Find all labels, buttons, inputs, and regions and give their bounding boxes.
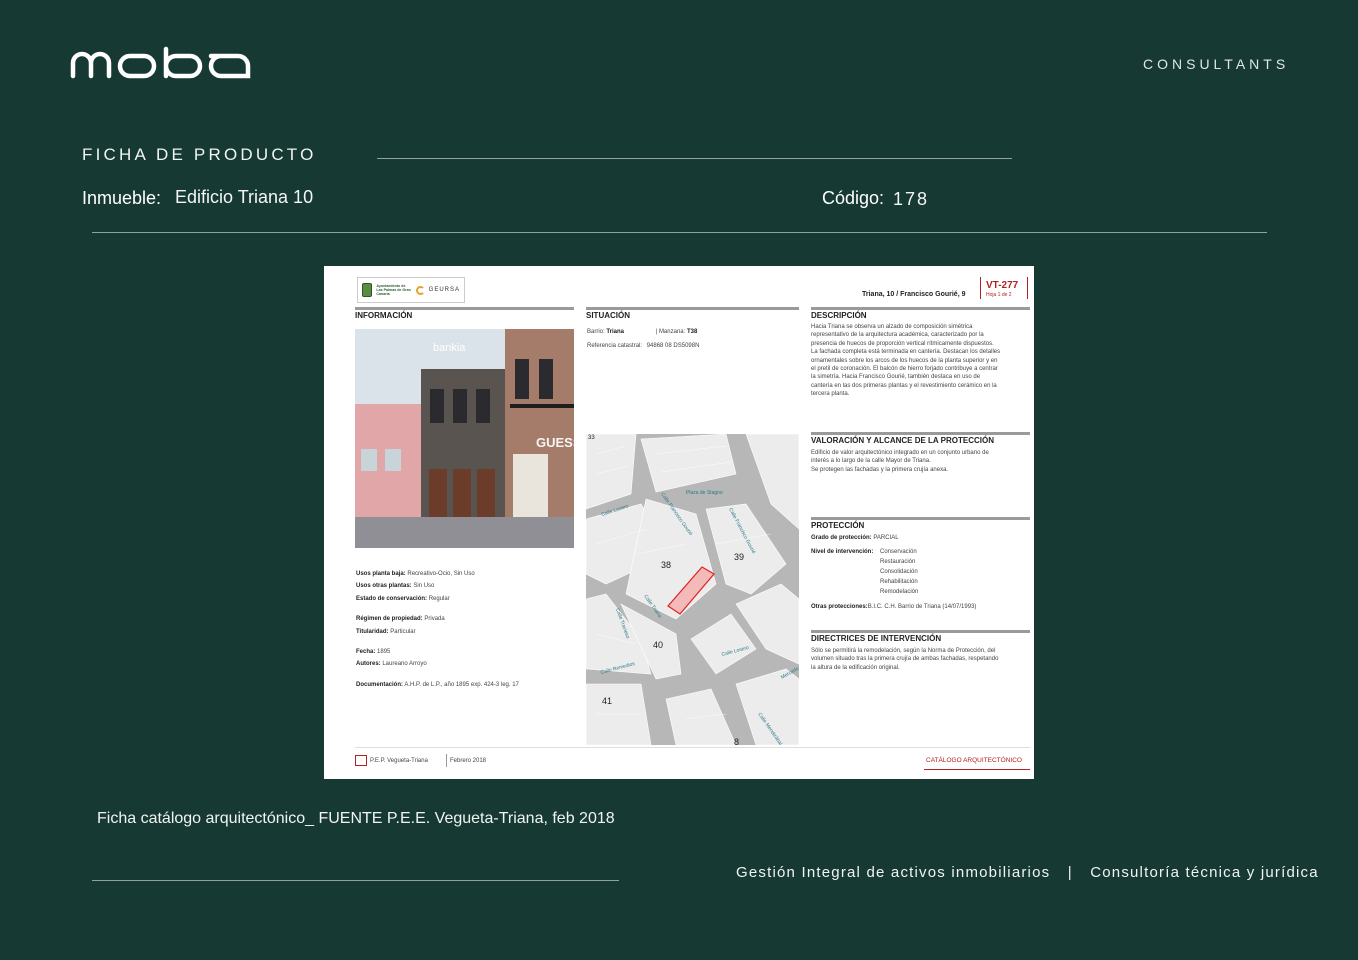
city-seal-icon (362, 283, 373, 297)
footer-services-right: Consultoría técnica y jurídica (1090, 864, 1319, 881)
grado-row: Grado de protección: PARCIAL (811, 535, 899, 541)
info-row: Titularidad: Particular (356, 628, 416, 635)
descripcion-section-rule (811, 307, 1030, 310)
inmueble-label: Inmueble: (82, 188, 162, 208)
image-caption: Ficha catálogo arquitectónico_ FUENTE P.… (97, 810, 615, 827)
org2-name: GEURSA (428, 287, 460, 293)
situacion-heading: SITUACIÓN (586, 311, 630, 320)
sheet-footer-right: CATÁLOGO ARQUITECTÓNICO (926, 757, 1022, 764)
otras-row: Otras protecciones:B.I.C. C.H. Barrio de… (811, 603, 977, 610)
valoracion-section-rule (811, 432, 1030, 435)
valoracion-text: Edificio de valor arquitectónico integra… (811, 450, 989, 473)
proteccion-section-rule (811, 517, 1030, 520)
proteccion-heading: PROTECCIÓN (811, 521, 865, 530)
info-row: Usos otras plantas: Sin Uso (356, 583, 435, 590)
directrices-heading: DIRECTRICES DE INTERVENCIÓN (811, 634, 942, 643)
referencia-row: Referencia catastral: 94868 08 DS5098N (587, 343, 700, 350)
moba-logo (70, 46, 251, 79)
info-row: Fecha: 1895 (356, 649, 391, 656)
pep-icon (355, 755, 367, 766)
block-number: 39 (734, 552, 744, 562)
inmueble-value: Edificio Triana 10 (175, 187, 314, 207)
org1-name: Ayuntamiento de Las Palmas de Gran Canar… (376, 283, 411, 297)
info-row: Usos planta baja: Recreativo-Ocio, Sin U… (356, 571, 475, 577)
footer-separator-pipe: | (1067, 864, 1073, 881)
block-number: 40 (653, 640, 663, 650)
situacion-section-rule (586, 307, 799, 310)
footer-divider (92, 880, 619, 881)
code-box-line (980, 277, 981, 299)
block-number: 33 (588, 435, 595, 441)
descripcion-heading: DESCRIPCIÓN (811, 311, 867, 320)
info-row: Documentación: A.H.P. de L.P., año 1895 … (356, 681, 519, 688)
info-heading: INFORMACIÓN (355, 311, 413, 320)
block-number: 8 (734, 737, 739, 745)
block-number: 41 (602, 696, 612, 706)
sheet-address: Triana, 10 / Francisco Gourié, 9 (862, 291, 966, 298)
directrices-section-rule (811, 630, 1030, 633)
code-box-line-right (1027, 277, 1028, 299)
valoracion-heading: VALORACIÓN Y ALCANCE DE LA PROTECCIÓN (811, 436, 994, 445)
location-map: Plaza de Stagno Calle Losero Calle Franc… (586, 434, 799, 745)
situacion-details: Barrio: Triana | Manzana: T38 Referencia… (587, 328, 799, 351)
nivel-row: Nivel de intervención: Conservación Rest… (811, 549, 919, 596)
sheet-footer-date: Febrero 2018 (450, 758, 487, 764)
header-divider (92, 232, 1267, 233)
title-divider (377, 158, 1012, 159)
info-row: Autores: Laureano Arroyo (356, 661, 427, 668)
directrices-text: Sólo se permitirá la remodelación, según… (811, 648, 999, 671)
sheet-page: Hoja 1 de 2 (986, 292, 1012, 298)
footer-tagline: Gestión Integral de activos inmobiliario… (736, 864, 1319, 881)
info-row: Estado de conservación: Regular (356, 595, 450, 602)
brand-tagline: CONSULTANTS (1143, 56, 1290, 72)
sheet-code: VT-277 (986, 280, 1019, 291)
barrio-row: Barrio: Triana | Manzana: T38 (587, 329, 698, 335)
page-title: FICHA DE PRODUCTO (82, 145, 317, 164)
sheet-footer-rule (355, 747, 1030, 748)
info-rows: Usos planta baja: Recreativo-Ocio, Sin U… (356, 570, 571, 689)
sheet-footer-left: P.E.P. Vegueta-Triana (370, 758, 428, 764)
building-photo: bankia GUESS (355, 329, 574, 548)
footer-services-left: Gestión Integral de activos inmobiliario… (736, 864, 1051, 881)
proteccion-details: Grado de protección: PARCIAL Nivel de in… (811, 534, 1030, 611)
codigo-label: Código: (822, 188, 885, 208)
block-number: 38 (661, 560, 671, 570)
footer-separator (446, 754, 447, 767)
footer-right-rule (924, 769, 1030, 770)
info-row: Régimen de propiedad: Privada (356, 616, 445, 623)
map-plaza-label: Plaza de Stagno (686, 490, 723, 496)
bankia-sign: bankia (433, 342, 466, 354)
guess-sign: GUESS (536, 435, 574, 450)
descripcion-text: Hacia Triana se observa un alzado de com… (811, 324, 1001, 398)
catalog-sheet: Ayuntamiento de Las Palmas de Gran Canar… (324, 266, 1034, 779)
geursa-icon (415, 285, 425, 295)
info-section-rule (355, 307, 574, 310)
org-logos: Ayuntamiento de Las Palmas de Gran Canar… (357, 277, 465, 303)
codigo-value: 178 (893, 189, 930, 209)
